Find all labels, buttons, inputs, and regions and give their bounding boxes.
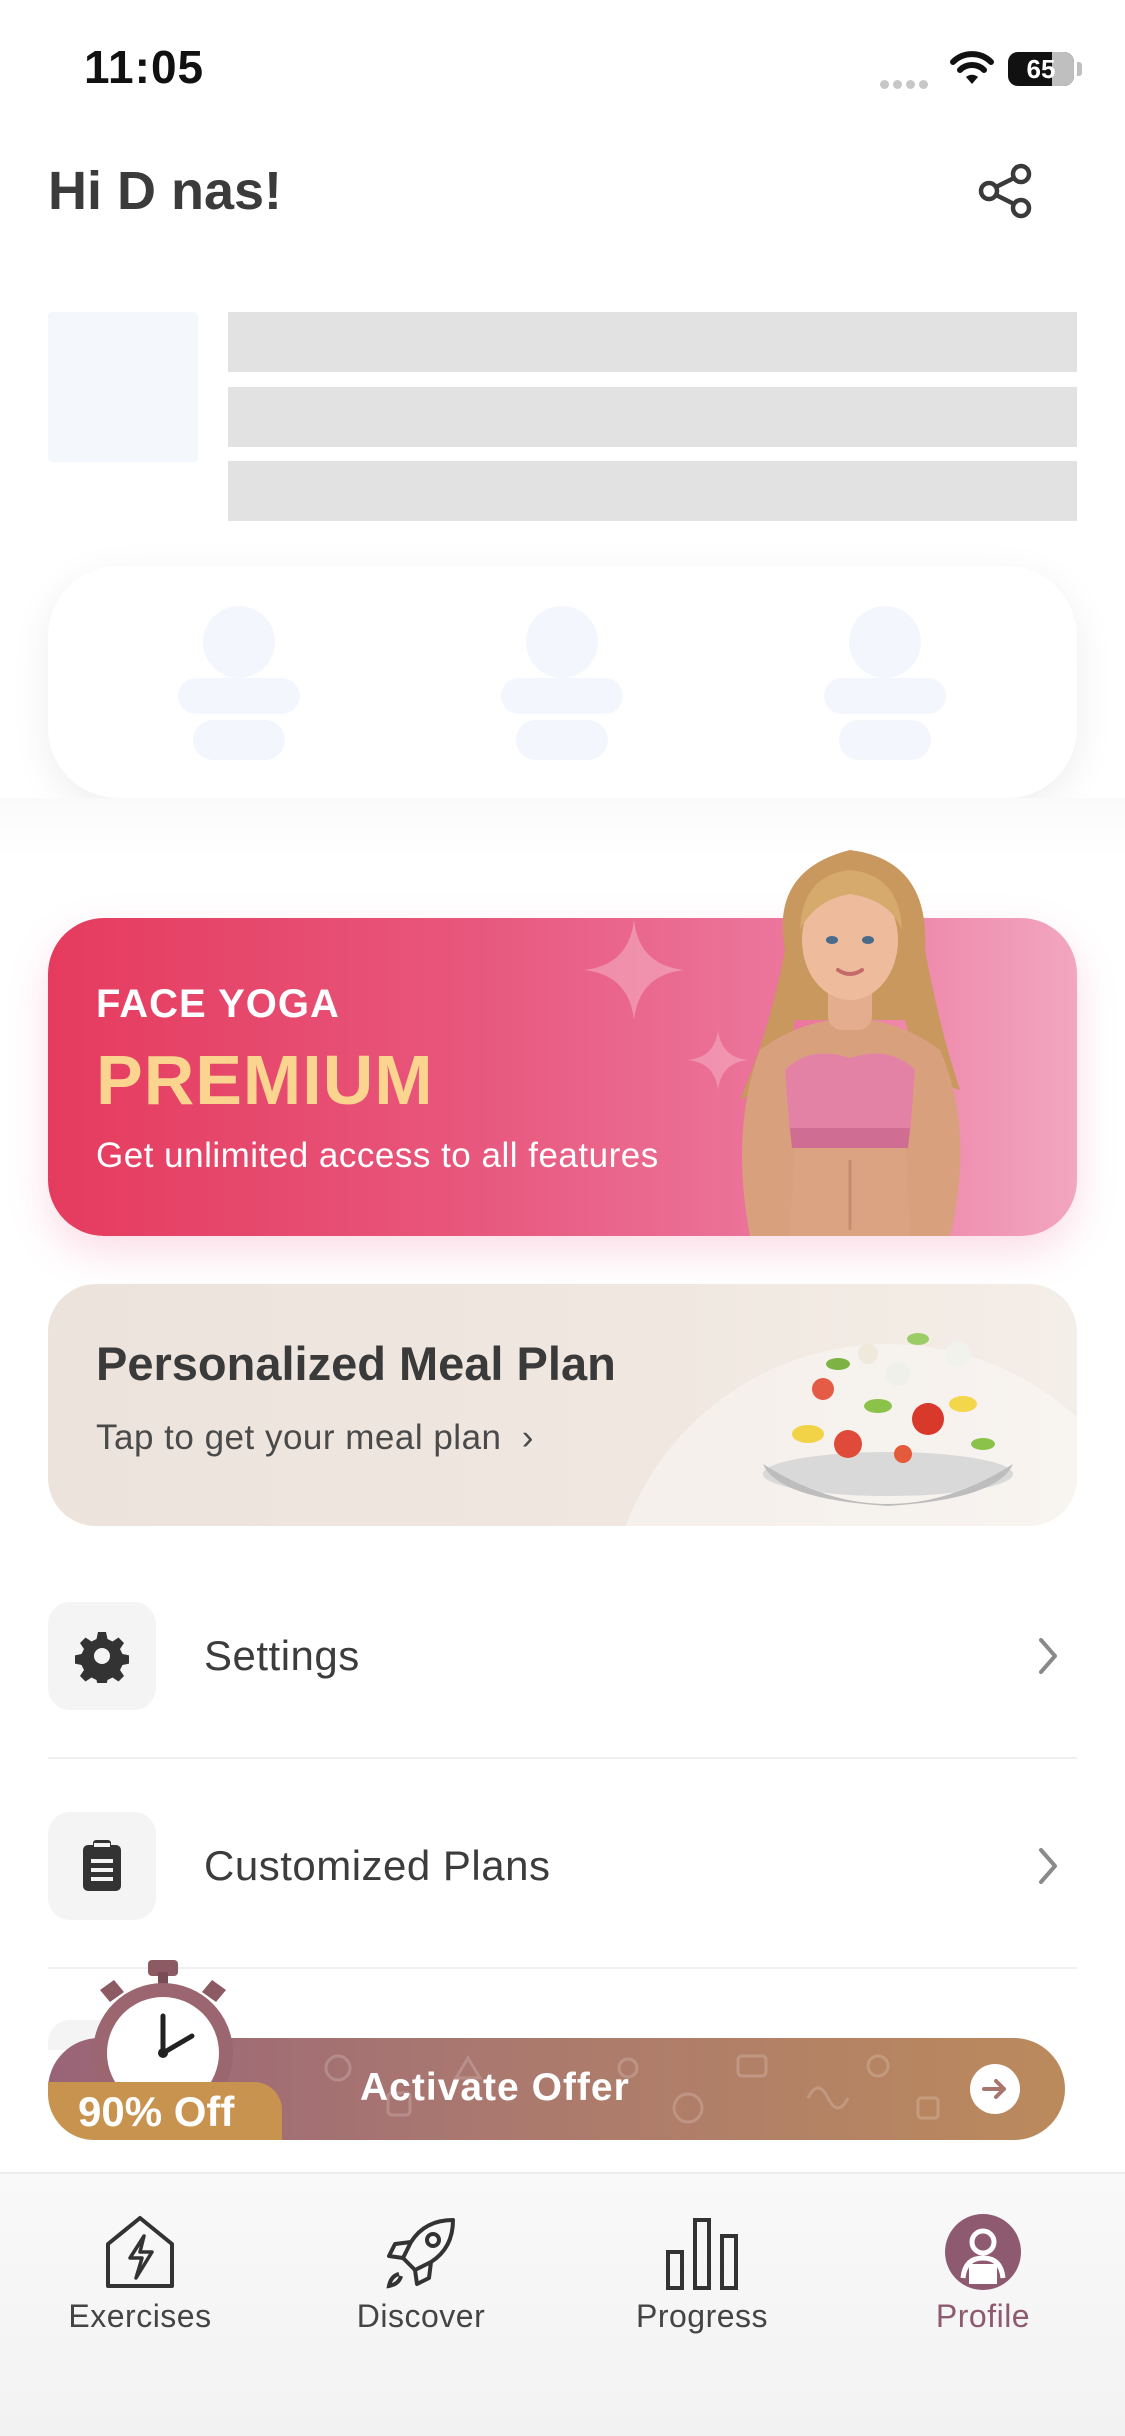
- discount-badge-text: 90% Off: [78, 2088, 235, 2135]
- salad-bowl-illustration: [763, 1333, 1013, 1506]
- menu-item-label: Customized Plans: [204, 1842, 551, 1889]
- premium-subtitle: Get unlimited access to all features: [96, 1136, 659, 1175]
- profile-icon: [945, 2214, 1021, 2290]
- chevron-right-icon: [1039, 1848, 1057, 1884]
- cellular-signal-icon: [880, 76, 934, 89]
- tab-label: Profile: [935, 2298, 1031, 2334]
- tab-label: Exercises: [68, 2298, 212, 2334]
- menu-icon-box: [48, 1602, 156, 1710]
- status-time: 11:05: [84, 41, 205, 93]
- meal-plan-subtitle-text: Tap to get your meal plan: [96, 1418, 502, 1457]
- skeleton-avatar: [48, 312, 198, 462]
- sparkle-icon: [584, 920, 684, 1020]
- meal-plan-title: Personalized Meal Plan: [96, 1337, 616, 1390]
- battery-level: 65: [1026, 54, 1056, 84]
- activate-offer-label: Activate Offer: [360, 2066, 630, 2109]
- gear-icon: [75, 1632, 129, 1683]
- skeleton-line: [228, 312, 1077, 372]
- tab-progress[interactable]: Progress: [612, 2212, 792, 2352]
- skeleton-line: [228, 461, 1077, 521]
- chevron-right-icon: ›: [521, 1418, 534, 1457]
- meal-plan-card[interactable]: Personalized Meal Plan Tap to get your m…: [48, 1284, 1077, 1526]
- tab-exercises[interactable]: Exercises: [50, 2212, 230, 2352]
- menu-icon-box: [48, 1812, 156, 1920]
- tab-label: Discover: [356, 2298, 486, 2334]
- premium-kicker: FACE YOGA: [96, 982, 340, 1026]
- bar-chart-icon: [666, 2218, 738, 2290]
- premium-title: PREMIUM: [96, 1041, 434, 1119]
- tab-profile[interactable]: Profile: [893, 2212, 1073, 2352]
- rocket-icon: [386, 2218, 455, 2289]
- battery-tip: [1077, 62, 1082, 76]
- skeleton-stat: [824, 606, 946, 760]
- share-icon[interactable]: [975, 160, 1037, 222]
- discount-badge: 90% Off: [48, 2082, 282, 2140]
- clipboard-icon: [83, 1840, 121, 1891]
- chevron-right-icon: [1039, 1638, 1057, 1674]
- meal-plan-subtitle: Tap to get your meal plan ›: [96, 1418, 534, 1458]
- skeleton-stat: [501, 606, 623, 760]
- status-bar: 11:05 65: [0, 0, 1125, 140]
- tab-discover[interactable]: Discover: [331, 2212, 511, 2352]
- menu-item-customized-plans[interactable]: Customized Plans: [48, 1790, 1077, 1940]
- arrow-right-icon: [970, 2064, 1020, 2114]
- menu-item-label: Settings: [204, 1632, 360, 1679]
- skeleton-stats-card: [48, 566, 1077, 798]
- menu-item-settings[interactable]: Settings: [48, 1580, 1077, 1730]
- exercises-icon: [106, 2216, 174, 2288]
- skeleton-line: [228, 387, 1077, 447]
- skeleton-stat: [178, 606, 300, 760]
- wifi-icon: [950, 51, 994, 84]
- battery-icon: 65: [1008, 52, 1074, 86]
- greeting-title: Hi D nas!: [48, 161, 283, 221]
- bottom-tab-bar: Exercises Discover Progress Profile: [0, 2172, 1125, 2436]
- divider: [48, 1757, 1077, 1759]
- tab-label: Progress: [635, 2298, 769, 2334]
- fitness-model-illustration: [740, 850, 961, 1236]
